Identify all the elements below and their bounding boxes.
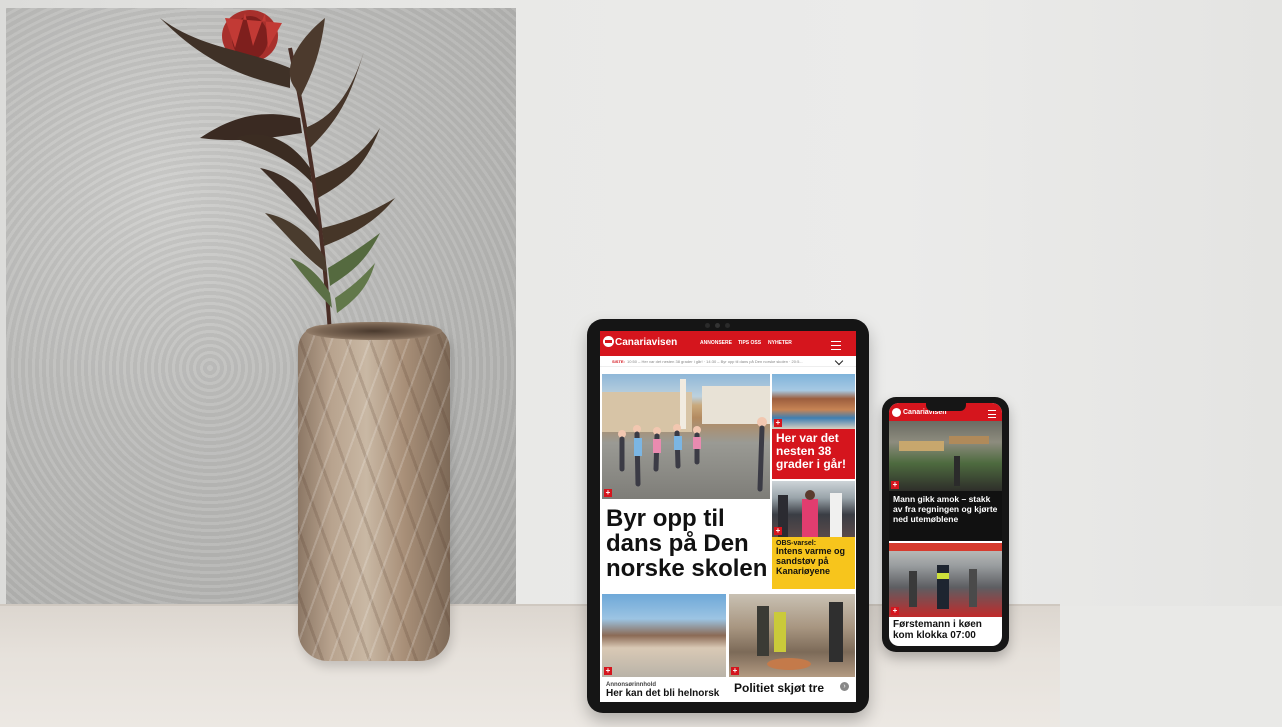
alert-headline: Intens varme og sandstøv på Kanariøyene (776, 546, 846, 576)
photo-dance-schoolyard[interactable]: + (602, 374, 770, 499)
bottom-right-headline[interactable]: Politiet skjøt tre (734, 682, 854, 695)
photo-store-queue[interactable]: + (889, 543, 1002, 617)
plus-badge-icon: + (891, 480, 899, 489)
ticker-label: SISTE: (612, 359, 625, 364)
product-mockup-photo: Canariavisen ANNONSERE TIPS OSS NYHETER … (0, 0, 1282, 727)
site-header: Canariavisen ANNONSERE TIPS OSS NYHETER (600, 331, 856, 356)
hamburger-menu-icon[interactable] (831, 341, 841, 350)
main-headline[interactable]: Byr opp til dans på Den norske skolen (606, 506, 770, 582)
tablet-sensor (715, 323, 720, 328)
tablet-screen: Canariavisen ANNONSERE TIPS OSS NYHETER … (600, 331, 856, 702)
marble-vase (298, 325, 450, 661)
plus-badge-icon: + (774, 526, 782, 535)
police-scene (757, 602, 843, 670)
nav-tips-oss[interactable]: TIPS OSS (738, 340, 761, 346)
site-logo[interactable]: Canariavisen (615, 337, 677, 348)
plus-badge-icon: + (604, 488, 612, 497)
photo-restaurant-terrace[interactable]: + (889, 421, 1002, 491)
news-ticker[interactable]: SISTE: 10:50 – Her var det nesten 38 gra… (600, 356, 856, 367)
phone-logo-icon (892, 408, 901, 417)
tablet-sensor-2 (725, 323, 730, 328)
info-icon[interactable]: › (840, 682, 849, 691)
nav-nyheter[interactable]: NYHETER (768, 340, 792, 346)
plus-badge-icon: + (731, 666, 739, 675)
plus-badge-icon: + (891, 606, 899, 615)
ticker-text: 10:50 – Her var det nesten 38 grader i g… (627, 359, 803, 364)
phone-screen: Canariavisen + Mann gikk amok – stakk av… (889, 403, 1002, 646)
tablet-camera (705, 323, 710, 328)
queue-scene (889, 543, 1002, 609)
logo-icon (603, 336, 614, 347)
chevron-down-icon[interactable] (834, 356, 844, 366)
plus-badge-icon: + (774, 418, 782, 427)
terrace-scene (899, 436, 989, 486)
photo-police[interactable]: + (729, 594, 855, 677)
protea-plant (160, 10, 395, 334)
phone-headline-2[interactable]: Førstemann i køen kom klokka 07:00 (893, 619, 1001, 641)
phone-hamburger-menu-icon[interactable] (988, 410, 996, 418)
dance-scene (602, 379, 770, 492)
headline-heat-38[interactable]: Her var det nesten 38 grader i går! (772, 429, 855, 479)
photo-balcony-view[interactable]: + (602, 594, 726, 677)
phone-headline-1[interactable]: Mann gikk amok – stakk av fra regningen … (889, 491, 1002, 541)
bottom-left-headline[interactable]: Her kan det bli helnorsk (606, 688, 726, 700)
photo-crowd[interactable]: + (772, 481, 855, 537)
nav-annonsere[interactable]: ANNONSERE (700, 340, 732, 346)
phone-notch (926, 403, 966, 411)
obs-alert-box[interactable]: OBS-varsel: Intens varme og sandstøv på … (772, 537, 855, 589)
photo-coast-heat[interactable]: + (772, 374, 855, 429)
crowd-scene (778, 490, 842, 537)
plus-badge-icon: + (604, 666, 612, 675)
shelf-background (1060, 606, 1282, 727)
vase-rim (306, 322, 442, 340)
